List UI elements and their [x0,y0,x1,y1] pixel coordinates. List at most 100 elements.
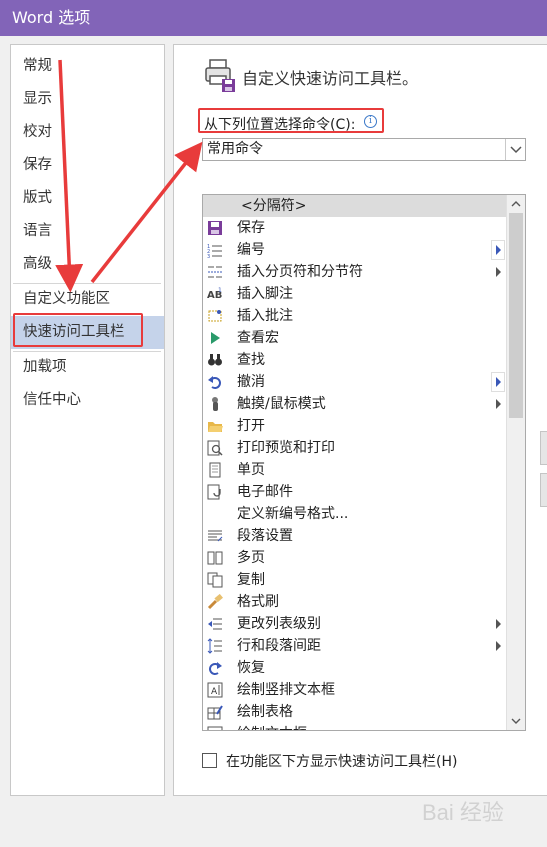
add-button-partial[interactable] [540,431,547,465]
page-break-icon [208,266,222,278]
scroll-up-icon[interactable] [511,199,521,209]
sidebar: 常规 显示 校对 保存 版式 语言 高级 自定义功能区 快速访问工具栏 加载项 … [10,44,165,796]
submenu-arrow-icon[interactable] [491,372,505,392]
save-icon [208,221,222,235]
list-item-label: 触摸/鼠标模式 [237,396,326,412]
dropdown-button[interactable] [505,139,525,160]
open-folder-icon [208,422,223,432]
list-item[interactable]: 保存 [203,217,507,239]
list-item-label: 插入批注 [237,308,293,324]
sidebar-item-save[interactable]: 保存 [11,149,164,182]
sidebar-item-advanced[interactable]: 高级 [11,248,164,281]
list-item[interactable]: 复制 [203,569,507,591]
list-item[interactable]: 打开 [203,415,507,437]
watermark-text: Bai 经验 [422,800,504,825]
list-item[interactable]: 查找 [203,349,507,371]
list-item-label: 多页 [237,550,265,566]
submenu-arrow-icon[interactable] [491,240,505,260]
sidebar-item-customize-ribbon[interactable]: 自定义功能区 [11,283,164,316]
list-item-label: 保存 [237,220,265,236]
touch-icon [212,397,218,411]
one-page-icon [209,462,221,478]
window-title: Word 选项 [12,8,91,27]
commands-list-items: <分隔符> 保存 1 2 3 编号插入分页符和分节符 AB 1 插入脚注插入批注查看宏查找撤消触… [203,195,507,730]
submenu-arrow-icon [496,399,501,409]
sidebar-item-add-ins[interactable]: 加载项 [11,351,164,384]
numbering-icon: 123 [207,244,222,258]
sidebar-item-trust-center[interactable]: 信任中心 [11,384,164,417]
show-below-ribbon-checkbox[interactable] [202,753,217,768]
list-item[interactable]: 多页 [203,547,507,569]
list-item[interactable]: 更改列表级别 [203,613,507,635]
choose-commands-label: 从下列位置选择命令(C): [204,117,356,133]
list-item[interactable]: 恢复 [203,657,507,679]
list-item[interactable]: 绘制表格 [203,701,507,723]
submenu-arrow-icon [496,267,501,277]
svg-text:3: 3 [207,254,210,258]
main-panel: 自定义快速访问工具栏。 从下列位置选择命令(C): i 常用命令 <分隔符> 保存… [173,44,547,796]
list-item-label: 复制 [237,572,265,588]
commands-list[interactable]: <分隔符> 保存 1 2 3 编号插入分页符和分节符 AB 1 插入脚注插入批注查看宏查找撤消触… [202,194,526,731]
submenu-arrow-icon [496,641,501,651]
redo-icon [209,662,222,675]
list-item[interactable]: 段落设置 [203,525,507,547]
list-item-label: 绘制表格 [237,704,293,720]
list-item[interactable]: A 绘制竖排文本框 [203,679,507,701]
list-item[interactable]: <分隔符> [203,195,507,217]
quick-access-toolbar-icon [205,59,235,92]
list-item-label: 定义新编号格式... [237,506,349,522]
list-item-label: 插入分页符和分节符 [237,264,363,280]
list-item[interactable]: 行和段落间距 [203,635,507,657]
scroll-down-icon[interactable] [511,716,521,726]
play-macro-icon [211,332,220,344]
list-item-label: 打印预览和打印 [237,440,335,456]
remove-button-partial[interactable] [540,473,547,507]
list-item[interactable]: 单页 [203,459,507,481]
list-item[interactable]: 打印预览和打印 [203,437,507,459]
list-item-label: 格式刷 [237,594,279,610]
dropdown-value: 常用命令 [207,141,263,157]
sidebar-item-proofing[interactable]: 校对 [11,116,164,149]
textbox-icon: A [207,726,223,730]
sidebar-item-quick-access-toolbar[interactable]: 快速访问工具栏 [11,316,164,349]
binoculars-icon [208,354,222,366]
list-item[interactable]: 插入批注 [203,305,507,327]
list-item-label: 查找 [237,352,265,368]
window-titlebar: Word 选项 [0,0,547,36]
list-item[interactable]: 1 2 3 编号 [203,239,507,261]
list-item[interactable]: 触摸/鼠标模式 [203,393,507,415]
list-item[interactable]: 定义新编号格式... [203,503,507,525]
list-item[interactable]: 电子邮件 [203,481,507,503]
list-item[interactable]: AB 1 插入脚注 [203,283,507,305]
list-item-label: 编号 [237,242,265,258]
copy-icon [207,572,223,588]
list-item[interactable]: 撤消 [203,371,507,393]
show-below-ribbon-label: 在功能区下方显示快速访问工具栏(H) [226,754,458,770]
sidebar-item-display[interactable]: 显示 [11,83,164,116]
list-item[interactable]: 查看宏 [203,327,507,349]
email-icon [207,484,221,500]
sidebar-item-general[interactable]: 常规 [11,50,164,83]
list-item-label: 单页 [237,462,265,478]
list-item-label: <分隔符> [241,198,307,214]
footnote-icon: AB1 [207,287,222,301]
list-item-label: 打开 [237,418,265,434]
list-item[interactable]: 格式刷 [203,591,507,613]
list-item-label: 撤消 [237,374,265,390]
sidebar-item-language[interactable]: 语言 [11,215,164,248]
comment-icon [208,310,222,322]
list-item[interactable]: 插入分页符和分节符 [203,261,507,283]
list-item-label: 查看宏 [237,330,279,346]
commands-list-scrollbar[interactable] [506,195,525,730]
choose-commands-dropdown[interactable]: 常用命令 [202,138,526,161]
draw-table-icon [207,705,223,720]
scroll-thumb[interactable] [509,213,523,418]
info-icon[interactable]: i [364,115,377,128]
list-item[interactable]: A 绘制文本框 [203,723,507,730]
sidebar-item-layout[interactable]: 版式 [11,182,164,215]
chevron-down-icon [510,146,522,154]
list-item-label: 绘制竖排文本框 [237,682,335,698]
paragraph-icon [208,530,223,542]
line-spacing-icon [207,638,222,654]
list-item-label: 更改列表级别 [237,616,321,632]
